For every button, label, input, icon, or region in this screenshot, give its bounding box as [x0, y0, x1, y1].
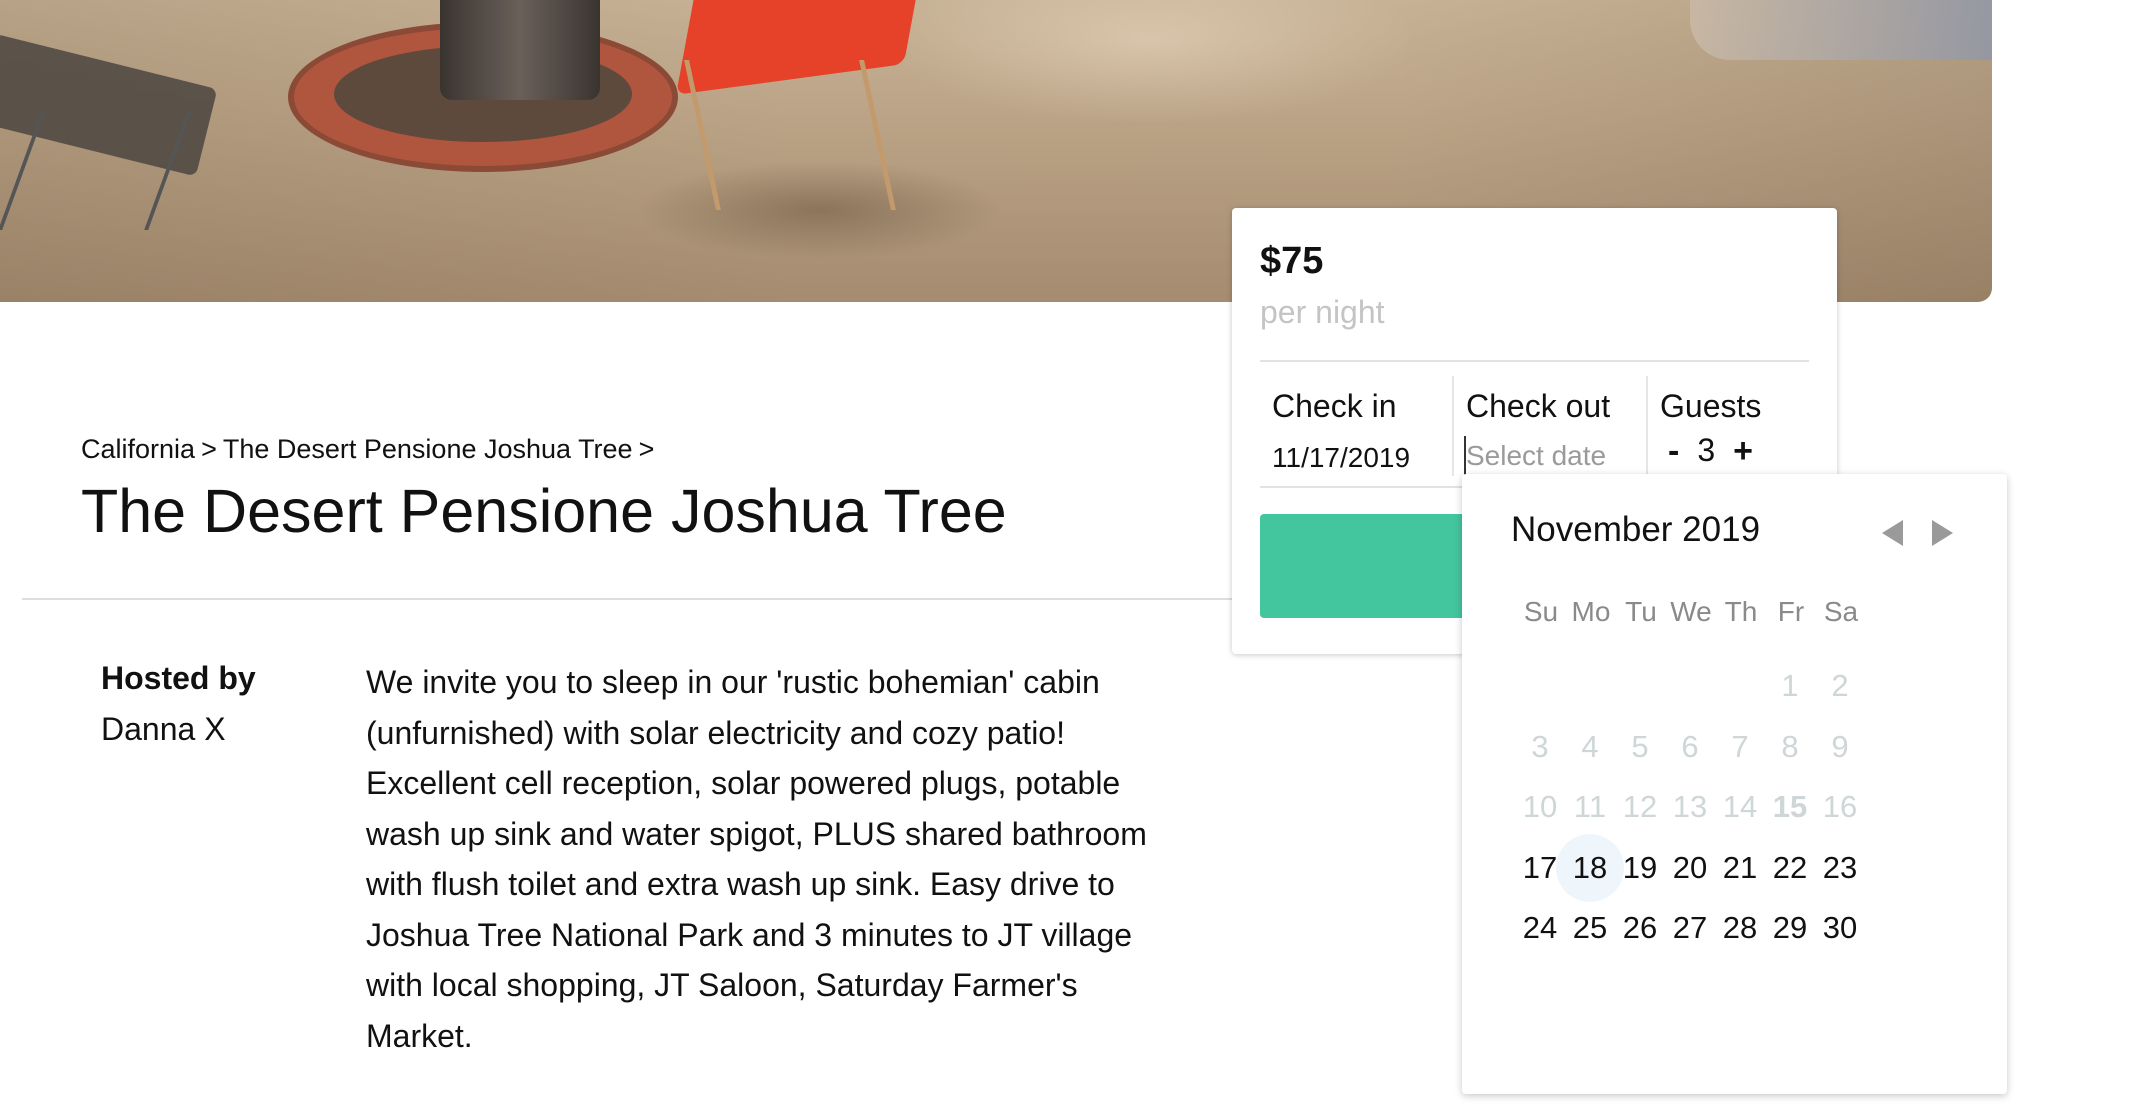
hosted-by-label: Hosted by: [101, 660, 256, 696]
title-divider: [22, 598, 1237, 600]
breadcrumb-item-california[interactable]: California: [81, 434, 195, 464]
photo-patio: [1690, 0, 1992, 60]
calendar-month-label: November 2019: [1511, 510, 1761, 549]
guests-field: Guests - 3 +: [1646, 376, 1809, 476]
triangle-right-icon[interactable]: [1932, 520, 1953, 546]
check-in-label: Check in: [1272, 388, 1397, 424]
guests-increment-button[interactable]: +: [1733, 434, 1753, 468]
calendar-weekday-header: Sa: [1823, 596, 1859, 627]
guests-count: 3: [1697, 432, 1716, 468]
nightly-price: $75: [1260, 240, 1324, 282]
calendar-day-30[interactable]: 30: [1806, 894, 1874, 962]
photo-barrel: [440, 0, 600, 100]
breadcrumb-item-listing[interactable]: The Desert Pensione Joshua Tree: [223, 434, 633, 464]
check-in-value[interactable]: 11/17/2019: [1272, 442, 1410, 474]
listing-description: We invite you to sleep in our 'rustic bo…: [366, 664, 1147, 1054]
breadcrumb-separator: >: [638, 434, 655, 464]
guests-decrement-button[interactable]: -: [1668, 434, 1679, 468]
card-divider: [1260, 360, 1809, 362]
calendar-day-23[interactable]: 23: [1806, 834, 1874, 902]
date-picker-calendar: November 2019 Su Mo Tu We Th Fr Sa 1 2 3 4 5 6 7 8 9 10 1…: [1462, 474, 2007, 1094]
per-night-label: per night: [1260, 294, 1385, 330]
calendar-day-16: 16: [1822, 789, 1858, 824]
triangle-left-icon[interactable]: [1882, 520, 1903, 546]
guests-label: Guests: [1660, 388, 1762, 424]
check-in-field[interactable]: Check in 11/17/2019: [1260, 376, 1450, 476]
breadcrumb-separator: >: [201, 434, 217, 464]
check-out-field[interactable]: Check out: [1452, 376, 1644, 476]
calendar-day-9: 9: [1831, 728, 1849, 764]
check-out-label: Check out: [1466, 388, 1611, 424]
check-out-input[interactable]: [1464, 436, 1640, 476]
breadcrumb: California > The Desert Pensione Joshua Tr…: [81, 434, 660, 465]
calendar-day-2: 2: [1831, 668, 1849, 703]
guests-stepper: - 3 +: [1668, 432, 1753, 469]
photo-red-chair-legs: [684, 60, 896, 210]
page-title: The Desert Pensione Joshua Tree: [81, 477, 1007, 545]
listing-page: California > The Desert Pensione Joshua Tr…: [0, 0, 2130, 1104]
host-name: Danna X: [101, 711, 226, 747]
